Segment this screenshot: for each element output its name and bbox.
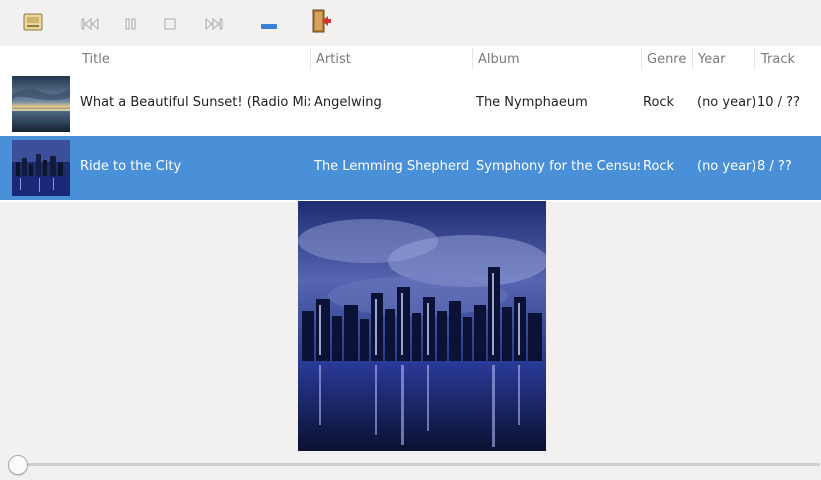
cell-album: Symphony for the Census	[476, 159, 640, 174]
stop-button[interactable]	[163, 14, 177, 34]
pause-button[interactable]	[124, 14, 138, 34]
previous-button[interactable]	[80, 14, 100, 34]
cell-genre: Rock	[643, 159, 675, 174]
column-separator	[641, 48, 642, 70]
cell-title: Ride to the City	[80, 159, 182, 174]
album-art-thumbnail	[12, 76, 70, 132]
column-separator	[310, 48, 311, 70]
pause-icon	[125, 15, 137, 34]
cell-year: (no year)	[697, 95, 755, 110]
exit-icon	[312, 9, 332, 37]
track-list: Title Artist Album Genre Year Track What…	[0, 46, 821, 202]
album-cover-art	[298, 201, 546, 451]
table-row[interactable]: What a Beautiful Sunset! (Radio Mix) Ang…	[0, 72, 821, 136]
table-row-selected[interactable]: Ride to the City The Lemming Shepherds S…	[0, 136, 821, 200]
next-button[interactable]	[204, 14, 224, 34]
column-separator	[692, 48, 693, 70]
column-header-bar: Title Artist Album Genre Year Track	[0, 46, 821, 72]
column-separator	[472, 48, 473, 70]
column-separator	[754, 48, 755, 70]
remove-button[interactable]	[260, 14, 278, 34]
column-header-track[interactable]: Track	[761, 52, 795, 70]
cell-artist: Angelwing	[314, 95, 382, 110]
column-header-album[interactable]: Album	[478, 52, 520, 70]
quit-button[interactable]	[312, 9, 332, 37]
column-header-genre[interactable]: Genre	[647, 52, 686, 70]
seek-slider-handle[interactable]	[8, 455, 28, 475]
stop-icon	[164, 15, 176, 34]
cell-track: 8 / ??	[757, 159, 792, 174]
cell-album: The Nymphaeum	[476, 95, 588, 110]
minus-icon	[261, 15, 277, 34]
playlist-icon	[23, 13, 43, 35]
open-playlist-button[interactable]	[22, 13, 44, 35]
column-header-year[interactable]: Year	[698, 52, 726, 70]
column-header-artist[interactable]: Artist	[316, 52, 351, 70]
cell-track: 10 / ??	[757, 95, 800, 110]
skip-forward-icon	[205, 15, 223, 34]
seek-slider-track[interactable]	[20, 463, 820, 466]
cell-artist: The Lemming Shepherds	[314, 159, 470, 174]
skip-back-icon	[81, 15, 99, 34]
cell-year: (no year)	[697, 159, 755, 174]
cell-genre: Rock	[643, 95, 675, 110]
album-art-thumbnail	[12, 140, 70, 196]
cell-title: What a Beautiful Sunset! (Radio Mix)	[80, 95, 310, 110]
toolbar	[0, 0, 821, 46]
column-header-title[interactable]: Title	[82, 52, 110, 70]
